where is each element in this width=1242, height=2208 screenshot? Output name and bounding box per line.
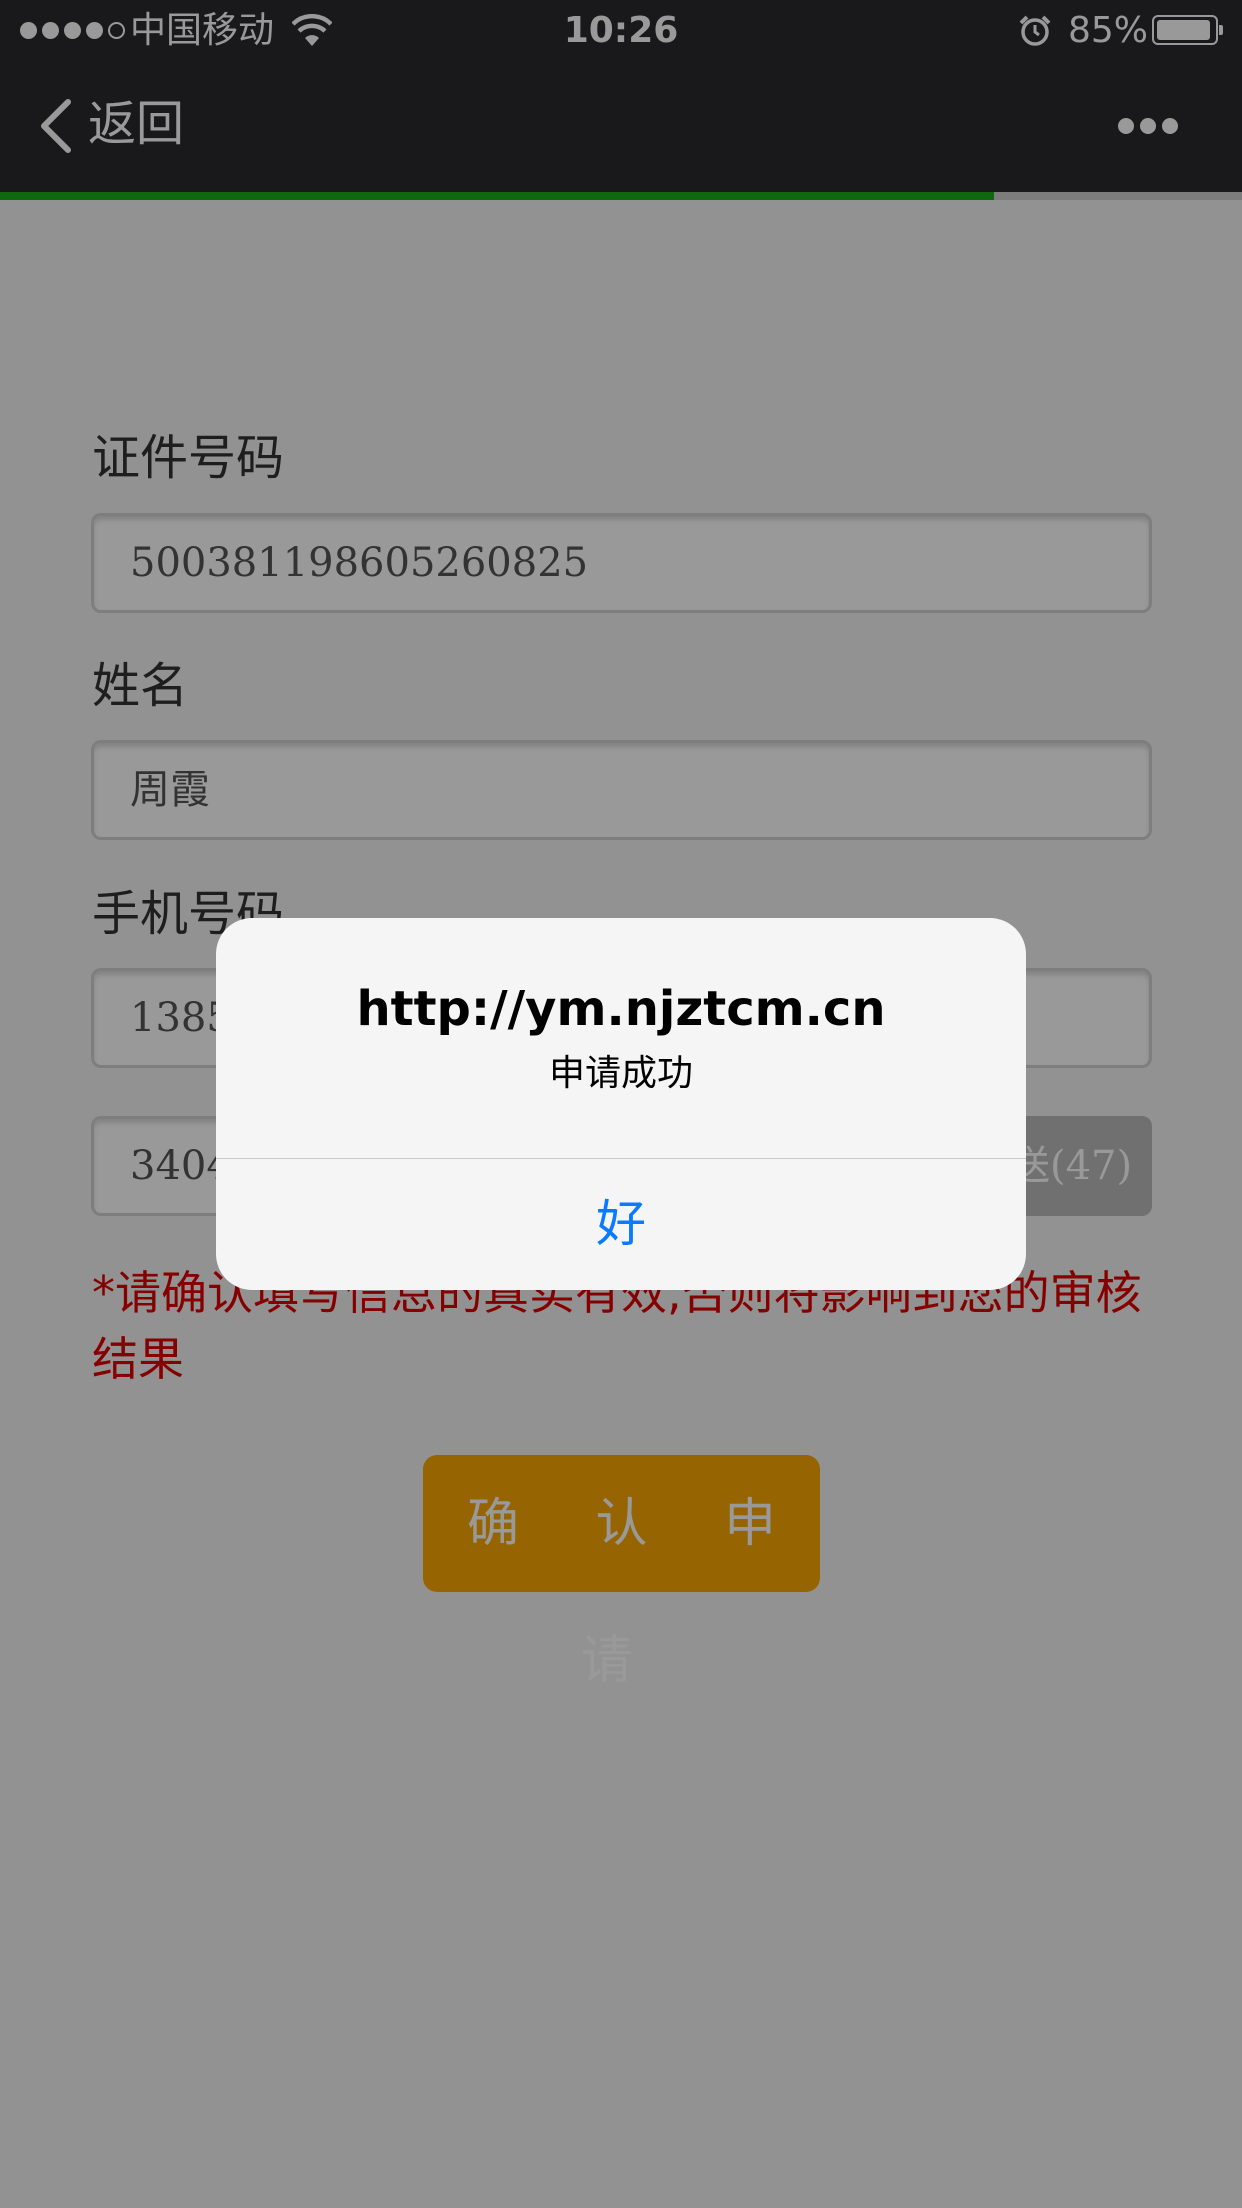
alert-ok-button[interactable]: 好 — [216, 1159, 1026, 1290]
alert-title: http://ym.njztcm.cn — [356, 981, 886, 1037]
alert-dialog: http://ym.njztcm.cn 申请成功 好 — [216, 918, 1026, 1290]
alert-message: 申请成功 — [548, 1053, 693, 1094]
